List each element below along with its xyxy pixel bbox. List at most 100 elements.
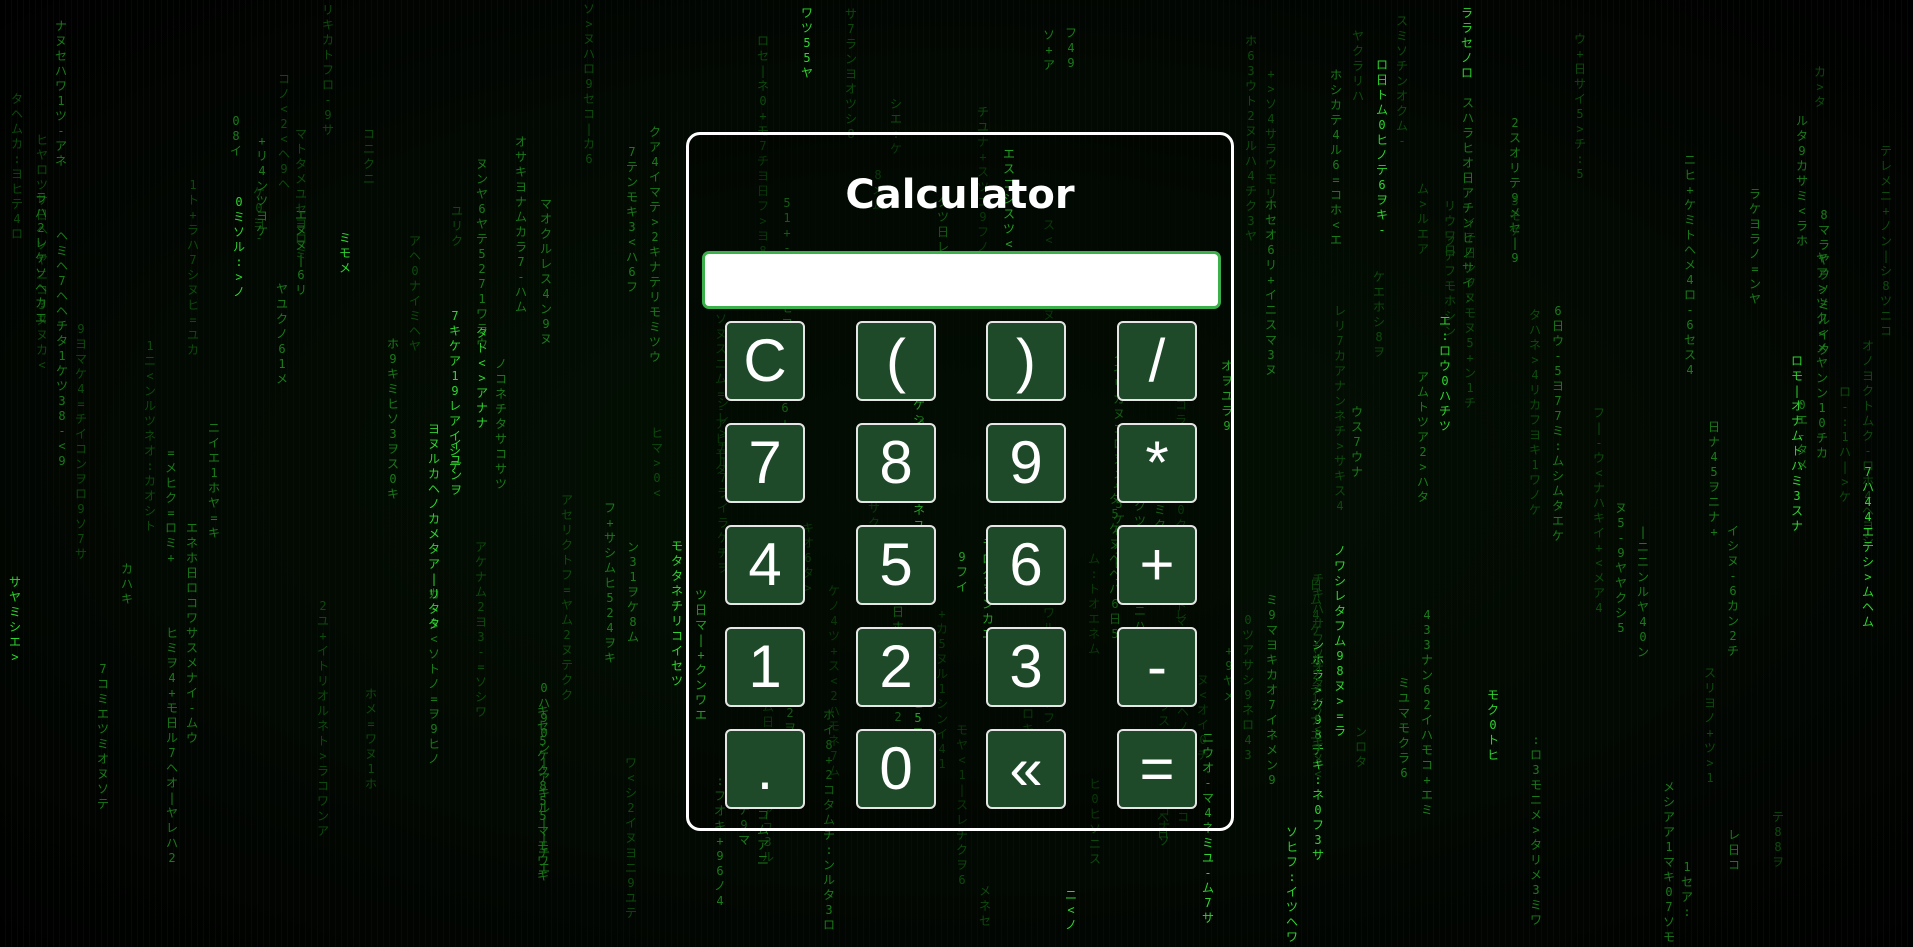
- rain-glyph-column: 0 ミ ソ ル : > ノ: [232, 195, 245, 299]
- rain-glyph-column: ニ < ノ: [1064, 888, 1077, 932]
- rain-glyph-column: ヒ マ > 0 <: [650, 426, 663, 500]
- key-seven[interactable]: 7: [725, 423, 805, 503]
- rain-glyph-column: フ + サ シ ム ヒ 5 2 4 ヲ キ: [603, 501, 616, 665]
- rain-glyph-column: ワ < シ 2 イ ヌ ヨ ニ 9 ユ テ: [624, 756, 637, 920]
- rain-glyph-column: ミ モ メ: [338, 231, 351, 275]
- key-close-paren[interactable]: ): [986, 321, 1066, 401]
- rain-glyph-column: ホ 9 キ ミ ヒ ソ 3 ヲ ス 0 キ: [386, 337, 399, 501]
- rain-glyph-column: ア セ リ ク ト フ = ヤ ム 2 ヌ テ ク ク: [560, 493, 573, 702]
- rain-glyph-column: レ リ 7 カ ア ナ ン ネ チ > サ キ ス 4: [1333, 304, 1346, 513]
- rain-glyph-column: ナ ヌ セ ハ ワ 1 ツ - ア ネ: [54, 19, 67, 168]
- rain-glyph-column: ン 3 1 ヲ ケ 8 ム: [626, 540, 639, 644]
- key-backspace[interactable]: «: [986, 729, 1066, 809]
- rain-glyph-column: リ キ カ ト フ ロ - 9 サ: [321, 3, 334, 137]
- rain-glyph-column: オ サ キ ヨ ナ ム カ ラ 7 - ハ ム: [514, 135, 527, 314]
- rain-glyph-column: 日 ナ 4 5 ヲ ニ ナ +: [1707, 420, 1720, 539]
- rain-glyph-column: テ 8 8 ヲ: [1771, 810, 1784, 869]
- rain-glyph-column: 日 ム 4 ケ + ム 2 テ ニ ナ エ ヲ: [1309, 578, 1322, 757]
- rain-glyph-column: サ ヤ ミ シ エ >: [8, 575, 21, 664]
- rain-glyph-column: ア ケ ナ ム 2 ヨ 3 - = ソ シ ワ: [474, 540, 487, 719]
- rain-glyph-column: ヤ ユ ク ノ 6 1 メ: [275, 282, 288, 386]
- key-add[interactable]: +: [1117, 525, 1197, 605]
- rain-glyph-column: ニ ヒ + ケ ミ ト ヘ メ 4 ロ - 6 セ ス 4: [1683, 153, 1696, 377]
- rain-glyph-column: ミ 9 マ ヨ キ カ オ 7 イ ネ メ ン 9: [1265, 593, 1278, 787]
- rain-glyph-column: ケ エ ホ シ 8 ヲ: [1372, 270, 1385, 359]
- rain-glyph-column: 9 ヨ マ ケ 4 = チ イ コ ン ヲ ロ 9 ソ 7 サ: [74, 322, 87, 561]
- rain-glyph-column: ン ロ タ: [1354, 725, 1367, 769]
- rain-glyph-column: ヤ ア > ツ ク < メ ヤ ン ン 1 0 チ カ: [1815, 251, 1828, 460]
- rain-glyph-column: モ ク 0 ト ヒ: [1486, 688, 1499, 762]
- rain-glyph-column: ミ ユ マ モ ク ラ 6: [1397, 676, 1410, 780]
- rain-glyph-column: ホ シ カ テ 4 ル 6 = コ ホ < エ: [1329, 68, 1342, 247]
- rain-glyph-column: ワ ツ 5 5 ヤ: [800, 6, 813, 80]
- rain-glyph-column: テ レ メ ニ + ノ ン | シ 8 ツ ニ コ: [1879, 144, 1892, 338]
- key-equals[interactable]: =: [1117, 729, 1197, 809]
- rain-glyph-column: ム > ル エ ア: [1416, 182, 1429, 256]
- key-subtract[interactable]: -: [1117, 627, 1197, 707]
- key-one[interactable]: 1: [725, 627, 805, 707]
- rain-glyph-column: マ ト タ メ ユ セ ヨ ロ ミ: [294, 127, 307, 261]
- key-six[interactable]: 6: [986, 525, 1066, 605]
- calculator-display[interactable]: [702, 251, 1221, 309]
- key-decimal[interactable]: .: [725, 729, 805, 809]
- rain-glyph-column: 7 ハ 4 4 エ テ シ > ム ヘ ム: [1861, 465, 1874, 629]
- rain-glyph-column: 7 コ ミ エ ツ ミ オ ヌ ソ テ: [96, 662, 109, 811]
- key-multiply[interactable]: *: [1117, 423, 1197, 503]
- rain-glyph-column: 3 モ ケ: [1508, 194, 1521, 238]
- rain-glyph-column: レ 日 コ: [1727, 828, 1740, 872]
- rain-glyph-column: ノ ワ シ レ タ フ ム 9 8 ヌ > = ラ: [1333, 544, 1346, 738]
- rain-glyph-column: ロ - : 1 ハ | > ケ: [1838, 385, 1851, 504]
- rain-glyph-column: ソ ヒ フ : イ ツ ヘ ワ: [1285, 825, 1298, 944]
- rain-glyph-column: ク ア 4 イ マ テ > 2 キ ナ テ リ モ ミ ツ ウ: [648, 125, 661, 364]
- rain-glyph-column: ラ ラ セ ノ ロ: [1460, 6, 1473, 80]
- rain-glyph-column: ヌ ン ヤ 6 ヤ テ 5 2 7 1 ワ ラ ウ: [475, 157, 488, 351]
- key-four[interactable]: 4: [725, 525, 805, 605]
- rain-glyph-column: 2 ユ + イ ト リ オ ル ネ ト > ラ コ ワ ン ア: [316, 599, 329, 838]
- key-clear[interactable]: C: [725, 321, 805, 401]
- rain-glyph-column: イ テ 日 ン ヲ ヌ モ ヌ 5 + ン 1 チ: [1463, 216, 1476, 410]
- rain-glyph-column: コ ニ ク ニ: [362, 127, 375, 186]
- rain-glyph-column: ホ セ オ 6 リ + イ ニ ス マ 3 ヌ: [1264, 198, 1277, 377]
- key-zero[interactable]: 0: [856, 729, 936, 809]
- rain-glyph-column: 6 日 ウ - 5 ヨ 7 7 ミ : ム シ ム タ エ ケ: [1551, 304, 1564, 543]
- rain-glyph-column: ノ コ ネ チ タ サ コ サ ツ: [494, 357, 507, 491]
- rain-glyph-column: ヤ ク ラ リ ハ: [1351, 29, 1364, 103]
- rain-glyph-column: 2 ス オ リ テ 9 メ セ | 9: [1508, 116, 1521, 265]
- rain-glyph-column: ラ ケ ヨ ラ ノ = ン ヤ: [1748, 187, 1761, 306]
- rain-glyph-column: メ シ ア ア 1 マ キ 0 7 ソ モ: [1662, 780, 1675, 944]
- rain-glyph-column: ウ ス 7 ウ ナ: [1350, 405, 1363, 479]
- rain-glyph-column: ス リ ヨ ノ + ツ > 1: [1703, 666, 1716, 785]
- rain-glyph-column: マ オ ク ル レ ス 4 ン 9 ヌ: [539, 197, 552, 346]
- rain-glyph-column: 1 セ ア :: [1680, 860, 1693, 919]
- rain-glyph-column: ス ミ ソ チ ン オ ク ム -: [1395, 14, 1408, 148]
- rain-glyph-column: ル タ 9 カ サ ミ < ラ ホ: [1795, 114, 1808, 248]
- rain-glyph-column: : ロ 3 モ ニ メ > タ リ メ 3 ミ ワ: [1529, 733, 1542, 927]
- rain-glyph-column: ヌ 5 - 9 ヤ ヤ ク シ 5: [1614, 501, 1627, 635]
- rain-glyph-column: ユ リ ク: [450, 204, 463, 248]
- rain-glyph-column: ソ + ア: [1042, 28, 1055, 72]
- rain-glyph-column: 4 3 3 ナ ン 6 2 イ ハ モ コ + エ ミ: [1420, 608, 1433, 817]
- rain-glyph-column: イ ユ ン ヲ: [449, 438, 462, 497]
- rain-glyph-column: ソ > ヌ ハ ロ 9 セ コ | カ 6: [582, 2, 595, 166]
- key-nine[interactable]: 9: [986, 423, 1066, 503]
- key-five[interactable]: 5: [856, 525, 936, 605]
- key-open-paren[interactable]: (: [856, 321, 936, 401]
- key-three[interactable]: 3: [986, 627, 1066, 707]
- rain-glyph-column: フ 4 9: [1064, 26, 1077, 70]
- rain-glyph-column: 0 ツ ア サ シ 9 ネ ロ 4 3: [1241, 613, 1254, 762]
- rain-glyph-column: コ ノ < 2 < ヘ 9 ヘ: [277, 72, 290, 191]
- rain-glyph-column: 1 ト + ラ ハ 7 シ ヌ ヒ = ユ カ: [186, 178, 199, 357]
- rain-glyph-column: ヒ ミ ヲ 4 + モ 日 ル 7 ヘ オ | ヤ レ ハ 2: [165, 626, 178, 865]
- rain-glyph-column: ヘ ミ ヘ 7 ヘ ヘ チ タ 1 ケ ツ 3 8 - < 9: [55, 229, 68, 468]
- rain-glyph-column: サ 7 ラ ン ヨ オ ツ シ 8: [844, 7, 857, 141]
- rain-glyph-column: イ シ ヌ - 6 カ ン 2 チ: [1726, 524, 1739, 658]
- calculator-keypad: C ( ) / 7 8 9 * 4 5 6 + 1 2 3 - . 0 « =: [725, 321, 1197, 811]
- key-eight[interactable]: 8: [856, 423, 936, 503]
- key-two[interactable]: 2: [856, 627, 936, 707]
- rain-glyph-column: エ : ロ ウ 0 ハ チ ツ: [1438, 314, 1451, 433]
- key-divide[interactable]: /: [1117, 321, 1197, 401]
- rain-glyph-column: タ ヘ ム カ : ヨ ヒ テ 4 ロ: [10, 92, 23, 241]
- rain-glyph-column: 0 8 イ: [229, 114, 242, 158]
- rain-glyph-column: + > ソ 4 サ ラ ウ モ リ: [1264, 67, 1277, 201]
- calculator-title: Calculator: [845, 172, 1075, 218]
